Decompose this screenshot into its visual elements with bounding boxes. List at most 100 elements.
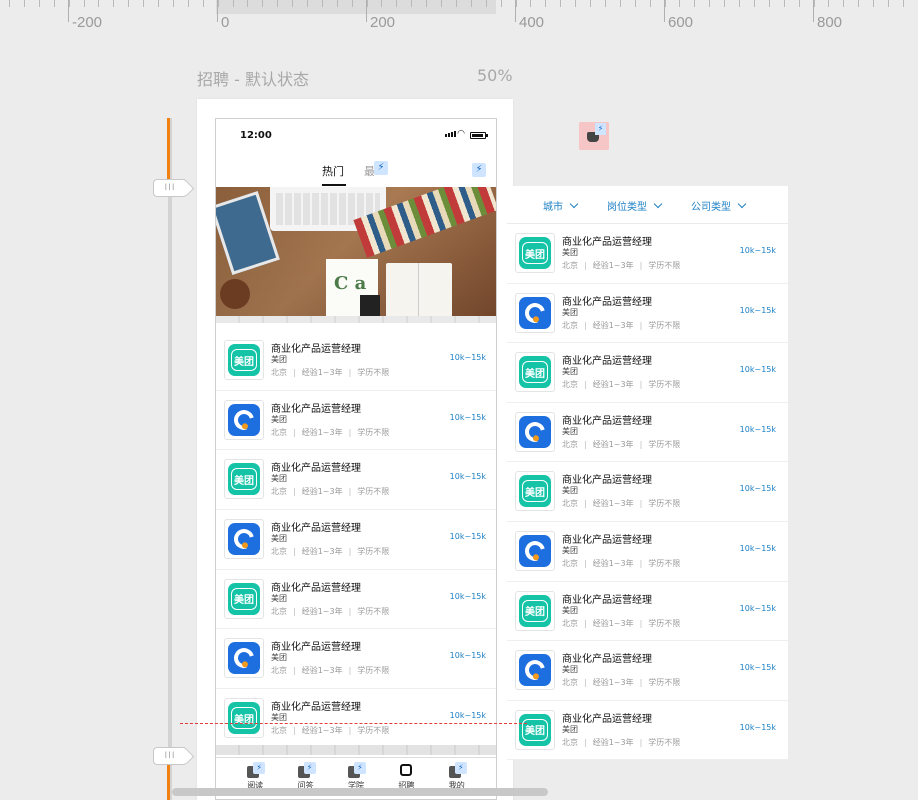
- job-list-item[interactable]: 商业化产品运营经理 美团 北京 | 经验1~3年 | 学历不限 10k~15k: [216, 391, 496, 451]
- ruler-minor-tick: [69, 0, 70, 7]
- meituan-logo-text: 美团: [231, 707, 257, 730]
- ruler-minor-tick: [665, 0, 666, 7]
- artboard-title[interactable]: 招聘 - 默认状态: [197, 66, 309, 90]
- job-list-item[interactable]: 美团 商业化产品运营经理 美团 北京 | 经验1~3年 | 学历不限 10k~15k: [507, 224, 788, 284]
- job-experience: 经验1~3年: [592, 737, 634, 747]
- job-meta: 北京 | 经验1~3年 | 学历不限: [562, 260, 680, 271]
- interaction-bolt-icon[interactable]: ⚡: [472, 163, 486, 177]
- ruler-minor-tick: [128, 0, 129, 7]
- job-list-item[interactable]: 美团 商业化产品运营经理 美团 北京 | 经验1~3年 | 学历不限 10k~15k: [507, 343, 788, 403]
- job-title: 商业化产品运营经理: [562, 713, 652, 725]
- ruler-minor-tick: [84, 0, 85, 7]
- job-experience: 经验1~3年: [592, 678, 634, 688]
- job-list-item[interactable]: 美团 商业化产品运营经理 美团 北京 | 经验1~3年 | 学历不限 10k~15k: [216, 689, 496, 749]
- job-meta: 北京 | 经验1~3年 | 学历不限: [271, 486, 389, 497]
- job-list-item[interactable]: 商业化产品运营经理 美团 北京 | 经验1~3年 | 学历不限 10k~15k: [216, 629, 496, 690]
- job-list-item[interactable]: 商业化产品运营经理 美团 北京 | 经验1~3年 | 学历不限 10k~15k: [507, 284, 788, 344]
- job-company: 美团: [271, 713, 287, 723]
- tab-latest[interactable]: 最: [364, 163, 374, 179]
- battery-icon: [470, 132, 488, 139]
- job-experience: 经验1~3年: [592, 380, 634, 390]
- job-list-item[interactable]: 美团 商业化产品运营经理 美团 北京 | 经验1~3年 | 学历不限 10k~15k: [216, 331, 496, 391]
- interaction-bolt-icon: ⚡: [353, 762, 366, 774]
- job-salary: 10k~15k: [739, 305, 776, 315]
- ruler-major-tick: [515, 0, 516, 22]
- job-list-item[interactable]: 商业化产品运营经理 美团 北京 | 经验1~3年 | 学历不限 10k~15k: [507, 641, 788, 701]
- meta-separator: |: [293, 487, 296, 497]
- company-logo: 美团: [224, 698, 264, 739]
- company-logo: [515, 650, 555, 691]
- meituan-logo-icon: 美团: [228, 702, 260, 735]
- guide-line: [180, 723, 527, 724]
- meituan-logo-text: 美团: [522, 480, 548, 503]
- ruler-minor-tick: [635, 0, 636, 7]
- job-salary: 10k~15k: [449, 591, 486, 601]
- job-title: 商业化产品运营经理: [562, 296, 652, 308]
- job-company: 美团: [562, 307, 578, 317]
- ruler-minor-tick: [620, 0, 621, 7]
- ruler-minor-tick: [39, 0, 40, 7]
- ruler-minor-tick: [694, 0, 695, 7]
- meta-separator: |: [348, 487, 352, 497]
- meta-separator: |: [584, 558, 587, 568]
- job-education: 学历不限: [648, 678, 681, 688]
- job-salary: 10k~15k: [739, 543, 776, 553]
- job-meta: 北京 | 经验1~3年 | 学历不限: [562, 379, 680, 390]
- filter-city[interactable]: 城市: [543, 198, 579, 213]
- job-experience: 经验1~3年: [592, 320, 634, 330]
- job-salary: 10k~15k: [739, 424, 776, 434]
- ruler-minor-tick: [843, 0, 844, 7]
- job-city: 北京: [562, 261, 578, 270]
- ruler-minor-tick: [590, 0, 591, 7]
- chevron-down-icon: [653, 199, 663, 209]
- horizontal-scrollbar[interactable]: [172, 788, 548, 796]
- meituan-logo-icon: 美团: [519, 713, 551, 746]
- job-salary: 10k~15k: [449, 711, 486, 721]
- job-list-item[interactable]: 商业化产品运营经理 美团 北京 | 经验1~3年 | 学历不限 10k~15k: [507, 403, 788, 463]
- meituan-logo-icon: 美团: [228, 463, 260, 496]
- scroll-region-handle-bottom[interactable]: III: [153, 747, 187, 765]
- meta-separator: |: [639, 678, 643, 688]
- tab-hot[interactable]: 热门: [322, 163, 344, 179]
- job-company: 美团: [562, 605, 578, 615]
- job-salary: 10k~15k: [449, 353, 486, 362]
- job-education: 学历不限: [648, 499, 681, 509]
- ruler-major-tick: [68, 0, 69, 22]
- job-city: 北京: [562, 439, 578, 449]
- job-list-item[interactable]: 美团 商业化产品运营经理 美团 北京 | 经验1~3年 | 学历不限 10k~15k: [507, 582, 788, 642]
- job-company: 美团: [562, 426, 578, 436]
- filter-company-type[interactable]: 公司类型: [691, 198, 747, 213]
- job-title: 商业化产品运营经理: [271, 463, 361, 475]
- meta-separator: |: [293, 666, 296, 676]
- hero-banner-image[interactable]: [216, 187, 496, 323]
- ruler-minor-tick: [337, 0, 338, 7]
- interaction-bolt-icon[interactable]: ⚡: [374, 161, 388, 175]
- meituan-logo-icon: 美团: [519, 356, 551, 389]
- filter-company-type-label: 公司类型: [691, 202, 731, 213]
- job-list-item[interactable]: 美团 商业化产品运营经理 美团 北京 | 经验1~3年 | 学历不限 10k~15k: [216, 450, 496, 511]
- job-list-item[interactable]: 美团 商业化产品运营经理 美团 北京 | 经验1~3年 | 学历不限 10k~15k: [507, 462, 788, 522]
- top-tabs: 热门 最 ⚡ ⚡: [216, 153, 496, 187]
- job-list-item[interactable]: 商业化产品运营经理 美团 北京 | 经验1~3年 | 学历不限 10k~15k: [507, 522, 788, 582]
- interaction-bolt-icon: ⚡: [303, 762, 316, 774]
- filter-job-type-label: 岗位类型: [607, 202, 647, 213]
- job-city: 北京: [271, 487, 287, 497]
- job-title: 商业化产品运营经理: [271, 702, 361, 714]
- scroll-region-handle-top[interactable]: III: [153, 179, 187, 197]
- job-company: 美团: [562, 367, 578, 377]
- job-experience: 经验1~3年: [592, 261, 634, 270]
- hotspot-hand-icon[interactable]: ⚡: [579, 122, 609, 150]
- job-title: 商业化产品运营经理: [562, 415, 652, 427]
- ruler-label: 200: [370, 14, 396, 31]
- ruler-label: 600: [668, 14, 694, 31]
- ruler-minor-tick: [471, 0, 472, 7]
- read-icon: ⚡: [247, 762, 266, 778]
- job-meta: 北京 | 经验1~3年 | 学历不限: [562, 439, 680, 450]
- job-list-item[interactable]: 美团 商业化产品运营经理 美团 北京 | 经验1~3年 | 学历不限 10k~15k: [507, 701, 788, 761]
- ruler-minor-tick: [367, 0, 368, 7]
- ruler-minor-tick: [679, 0, 680, 7]
- job-list-item[interactable]: 商业化产品运营经理 美团 北京 | 经验1~3年 | 学历不限 10k~15k: [216, 510, 496, 570]
- job-company: 美团: [271, 474, 287, 484]
- filter-job-type[interactable]: 岗位类型: [607, 198, 663, 213]
- job-list-item[interactable]: 美团 商业化产品运营经理 美团 北京 | 经验1~3年 | 学历不限 10k~15k: [216, 570, 496, 630]
